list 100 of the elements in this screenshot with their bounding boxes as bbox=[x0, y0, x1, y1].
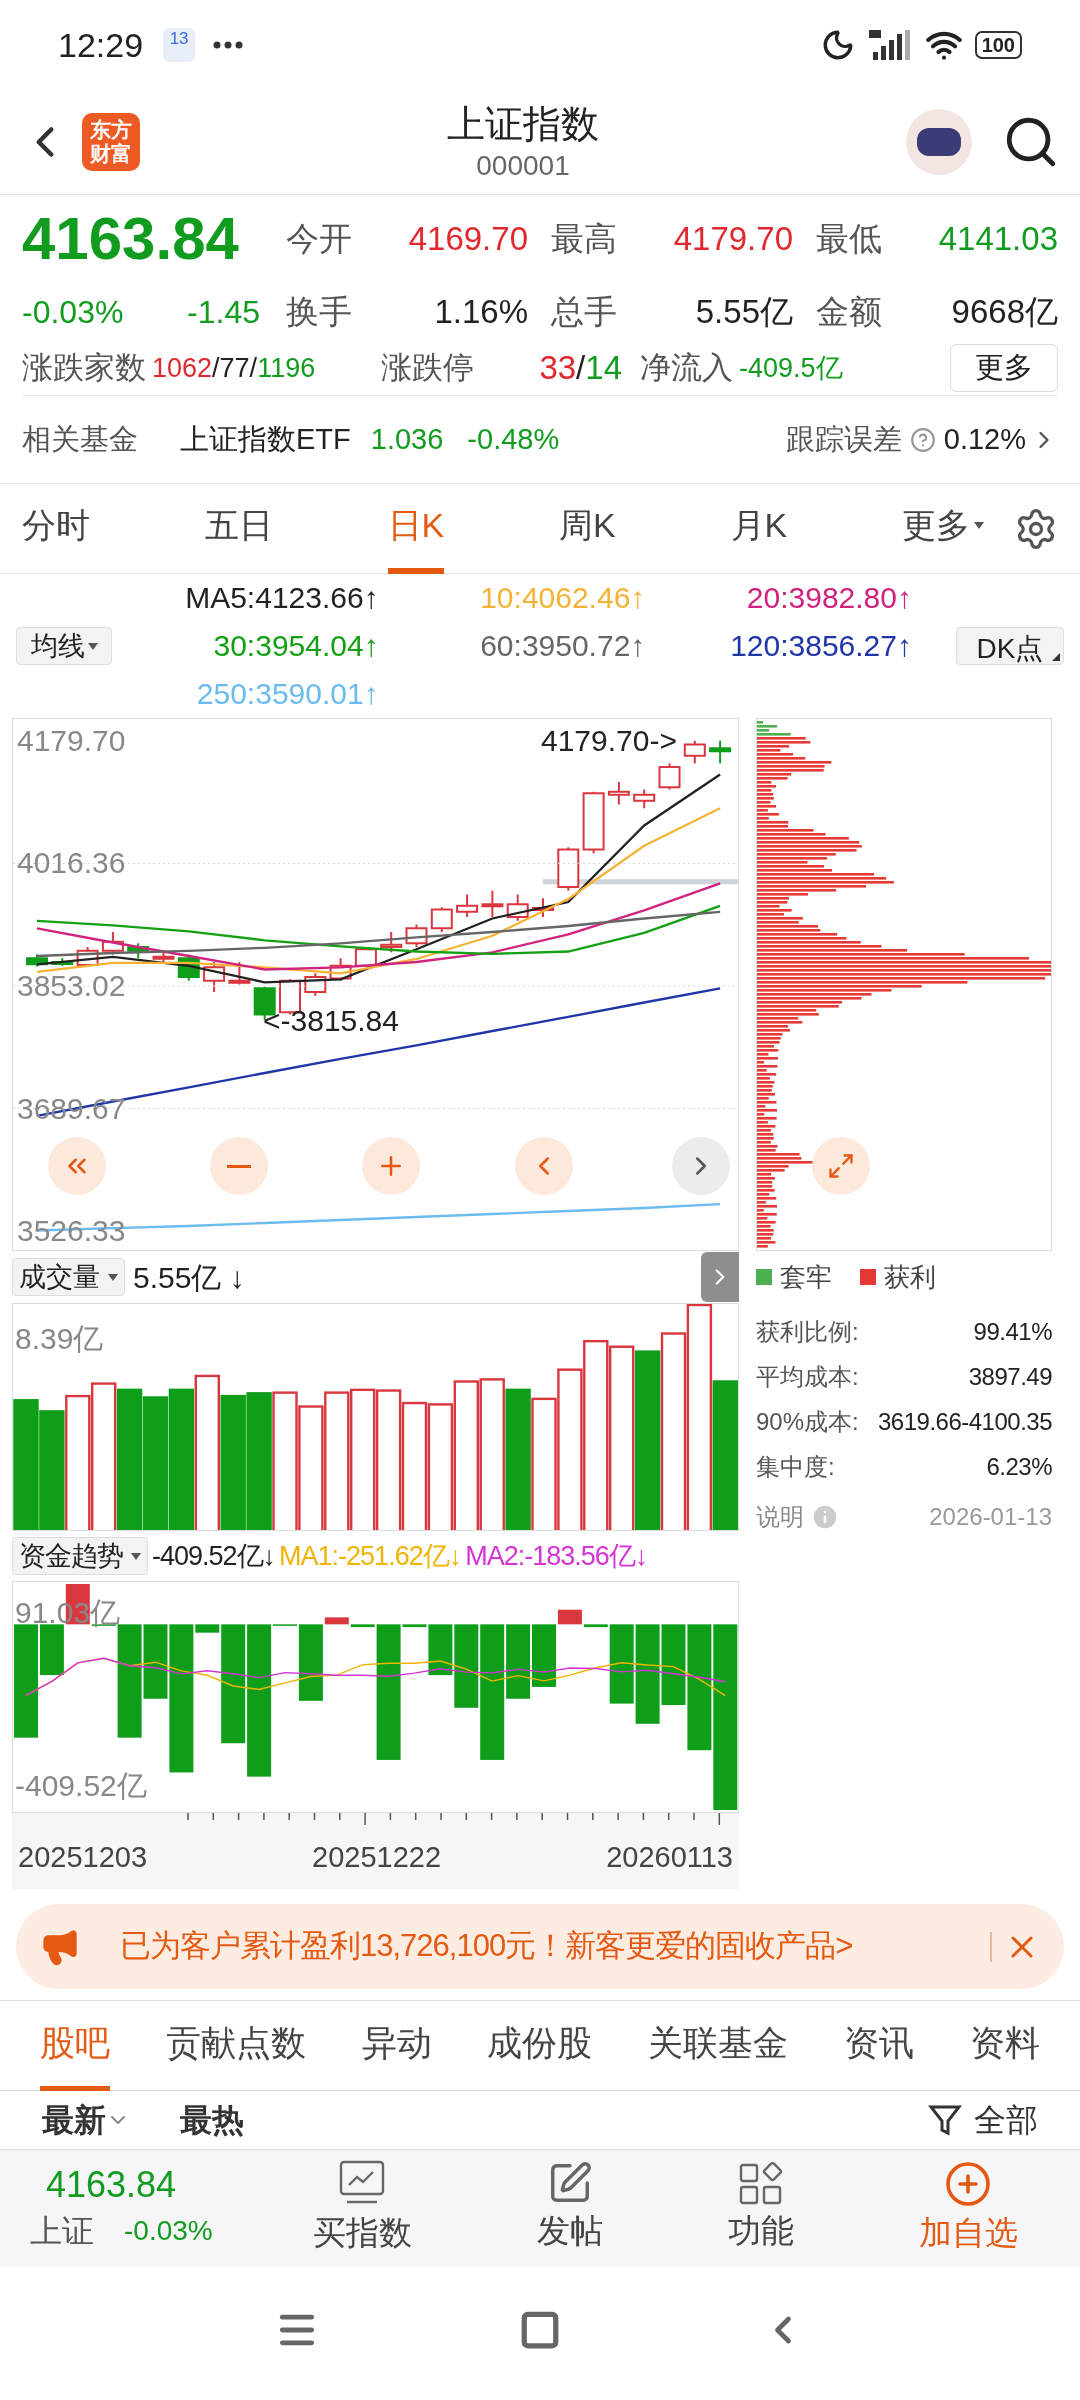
minus-icon bbox=[227, 1164, 251, 1168]
volume-value: 5.55亿 ↓ bbox=[133, 1259, 245, 1296]
candle bbox=[532, 897, 554, 918]
sort-option[interactable]: 最新 bbox=[42, 2096, 130, 2144]
axis-label: -409.52亿 bbox=[15, 1768, 147, 1804]
index-price: 4163.84 bbox=[22, 204, 239, 274]
flow-value: MA2:-183.56亿↓ bbox=[465, 1539, 648, 1573]
axis-label: 8.39亿 bbox=[15, 1321, 104, 1357]
candle bbox=[633, 788, 656, 810]
indicator-selector[interactable]: 资金趋势 bbox=[12, 1537, 148, 1575]
stat-label: 总手 bbox=[551, 292, 617, 333]
corner-icon bbox=[1052, 653, 1060, 661]
sort-option[interactable]: 最热 bbox=[180, 2096, 244, 2144]
battery-icon: 100 bbox=[974, 31, 1022, 59]
candle bbox=[228, 961, 251, 986]
stat-label: 最高 bbox=[551, 219, 617, 260]
caret-icon bbox=[87, 642, 98, 650]
date-label: 20251203 bbox=[18, 1839, 148, 1875]
dk-button[interactable]: DK点 bbox=[956, 627, 1064, 665]
ma-selector[interactable]: 均线 bbox=[16, 627, 112, 665]
date-label: 20251222 bbox=[312, 1839, 442, 1875]
footer-action[interactable]: 买指数 bbox=[312, 2159, 412, 2258]
more-button[interactable]: 更多 bbox=[950, 344, 1058, 392]
chart-tab[interactable]: 日K bbox=[387, 483, 445, 574]
volume-chart[interactable]: 8.39亿 bbox=[12, 1303, 739, 1531]
chart-tab[interactable]: 月K bbox=[730, 483, 788, 574]
breadth-value: -409.5亿 bbox=[739, 351, 843, 385]
breadth-label: 涨跌停 bbox=[381, 348, 474, 387]
axis-label: 4179.70 bbox=[17, 725, 126, 757]
tracking-error-value: 0.12% bbox=[943, 421, 1026, 457]
apps-icon bbox=[737, 2159, 784, 2206]
stat-label: 换手 bbox=[286, 292, 352, 333]
ma-value: 60:3950.72↑ bbox=[480, 628, 646, 664]
chip-stat-label: 集中度: bbox=[756, 1451, 835, 1482]
indicator-selector[interactable]: 成交量 bbox=[12, 1258, 125, 1296]
stat-value: 4179.70 bbox=[673, 219, 793, 260]
note-label[interactable]: 说明 bbox=[756, 1499, 804, 1535]
ma-value: 250:3590.01↑ bbox=[196, 676, 379, 712]
candle bbox=[658, 762, 681, 791]
tracking-error-label: 跟踪误差 bbox=[785, 421, 902, 457]
ma-value: 120:3856.27↑ bbox=[730, 628, 912, 664]
section-tab[interactable]: 股吧 bbox=[40, 2000, 110, 2091]
chip-stat-label: 90%成本: bbox=[756, 1406, 859, 1437]
candle bbox=[430, 906, 453, 933]
collapse-button[interactable] bbox=[701, 1252, 739, 1302]
stock-code: 000001 bbox=[476, 149, 570, 183]
section-tab[interactable]: 资料 bbox=[969, 2000, 1040, 2091]
footer-action[interactable]: 功能 bbox=[727, 2159, 794, 2258]
filter-icon bbox=[928, 2103, 962, 2137]
stat-value: 4169.70 bbox=[408, 219, 528, 260]
chip-stat-label: 获利比例: bbox=[756, 1316, 859, 1347]
section-tab[interactable]: 异动 bbox=[361, 2000, 432, 2091]
breadth-label: 涨跌家数 bbox=[22, 348, 146, 387]
chip-stat-label: 平均成本: bbox=[756, 1361, 859, 1392]
filter-button[interactable]: 全部 bbox=[928, 2096, 1038, 2144]
section-tab[interactable]: 成份股 bbox=[487, 2000, 593, 2091]
candle bbox=[26, 953, 48, 968]
chip-stat-value: 3897.49 bbox=[968, 1361, 1052, 1392]
flow-value: MA1:-251.62亿↓ bbox=[279, 1539, 462, 1573]
candle bbox=[456, 893, 479, 918]
candle bbox=[506, 893, 529, 922]
footer-index-change: -0.03% bbox=[124, 2213, 213, 2248]
candle bbox=[152, 951, 175, 963]
axis-label: 3853.02 bbox=[17, 970, 126, 1002]
candle bbox=[354, 946, 377, 969]
candle bbox=[127, 942, 150, 960]
candle bbox=[380, 931, 403, 954]
legend-label: 获利 bbox=[884, 1260, 936, 1294]
candle bbox=[607, 781, 630, 806]
footer-action[interactable]: 发帖 bbox=[536, 2159, 603, 2258]
chart-tab[interactable]: 五日 bbox=[204, 483, 273, 574]
candle bbox=[405, 923, 428, 948]
section-tab[interactable]: 贡献点数 bbox=[165, 2000, 306, 2091]
chart-tab[interactable]: 更多 bbox=[901, 483, 984, 574]
breadth-label: 净流入 bbox=[640, 348, 733, 387]
caret-icon bbox=[973, 522, 984, 529]
section-tab[interactable]: 资讯 bbox=[844, 2000, 915, 2091]
candle bbox=[709, 739, 732, 765]
ma-value: 10:4062.46↑ bbox=[480, 580, 646, 616]
flow-value: -409.52亿↓ bbox=[152, 1539, 276, 1573]
footer-index-price: 4163.84 bbox=[45, 2162, 178, 2207]
chip-stat-value: 3619.66-4100.35 bbox=[878, 1406, 1052, 1437]
ma-value: MA5:4123.66↑ bbox=[185, 580, 379, 616]
caret-icon bbox=[131, 1552, 141, 1560]
stat-value: 5.55亿 bbox=[695, 292, 793, 333]
stat-value: 9668亿 bbox=[951, 292, 1058, 333]
fund-label: 相关基金 bbox=[22, 421, 138, 457]
stat-value: 4141.03 bbox=[938, 219, 1058, 260]
fund-name[interactable]: 上证指数ETF bbox=[180, 417, 351, 462]
signal-icon bbox=[866, 28, 913, 62]
help-icon[interactable] bbox=[909, 426, 936, 453]
high-marker: 4179.70-> bbox=[541, 725, 677, 757]
breadth-value: 1062/77/1196 bbox=[152, 351, 316, 385]
chart-tab[interactable]: 分时 bbox=[22, 483, 90, 574]
section-tab[interactable]: 关联基金 bbox=[648, 2000, 789, 2091]
axis-label: 4016.36 bbox=[17, 847, 126, 880]
chart-tab[interactable]: 周K bbox=[559, 483, 616, 574]
date-badge: 13 bbox=[163, 28, 196, 62]
fund-change: -0.48% bbox=[467, 421, 560, 457]
date-label: 20260113 bbox=[606, 1839, 733, 1875]
